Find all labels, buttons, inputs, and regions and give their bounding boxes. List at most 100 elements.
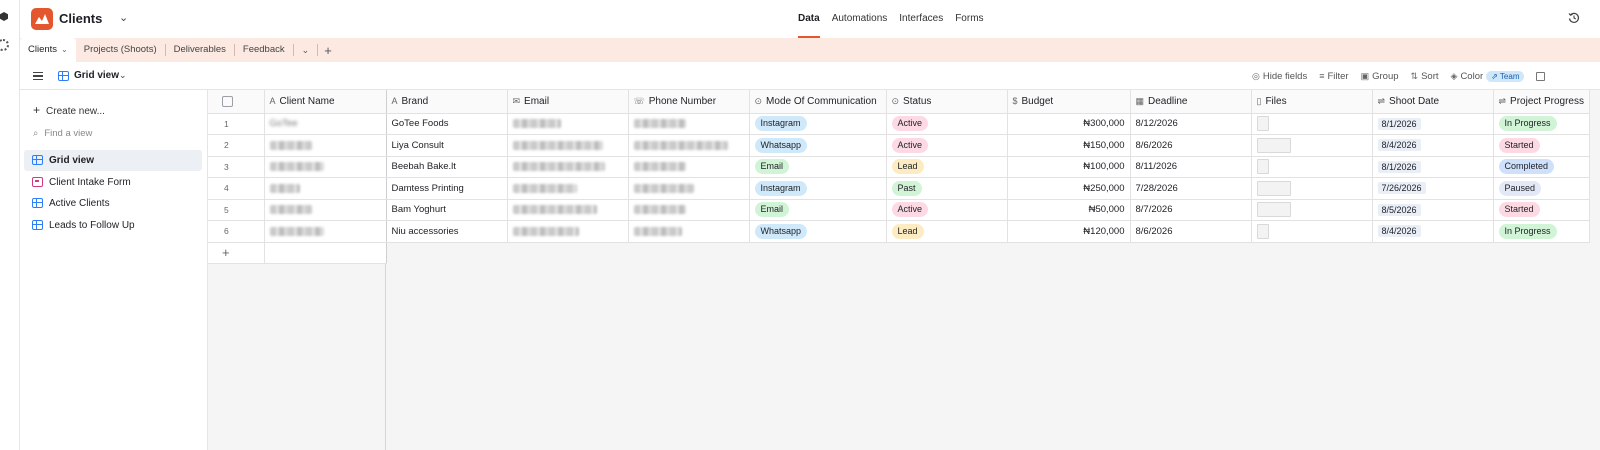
cell-budget[interactable]: ₦300,000 bbox=[1007, 113, 1131, 135]
add-record-row[interactable]: + bbox=[208, 242, 1589, 264]
nav-forms[interactable]: Forms bbox=[949, 0, 989, 38]
column-header-phone[interactable]: ☏ Phone Number bbox=[628, 90, 750, 114]
column-header-files[interactable]: ▯ Files bbox=[1251, 90, 1373, 114]
cell-files[interactable] bbox=[1251, 220, 1373, 243]
cell-budget[interactable]: ₦150,000 bbox=[1007, 134, 1131, 157]
cell-progress[interactable]: Paused bbox=[1493, 177, 1590, 200]
tab-feedback[interactable]: Feedback bbox=[235, 38, 293, 62]
sidebar-item-client-intake-form[interactable]: Client Intake Form bbox=[24, 172, 202, 193]
cell-files[interactable] bbox=[1251, 113, 1373, 135]
find-view-input[interactable]: ⌕ Find a view bbox=[33, 128, 92, 139]
cell-progress[interactable]: Started bbox=[1493, 199, 1590, 221]
create-view-button[interactable]: + Create new... bbox=[33, 103, 105, 117]
table-row[interactable]: 3 Beebah Bake.lt Email Lead ₦100,000 8/11/202… bbox=[208, 156, 1590, 178]
cell-phone[interactable] bbox=[628, 113, 750, 135]
cell-files[interactable] bbox=[1251, 177, 1373, 200]
row-height-icon[interactable] bbox=[1536, 71, 1546, 81]
cell-shoot-date[interactable]: 8/5/2026 bbox=[1372, 199, 1494, 221]
cell-shoot-date[interactable]: 7/26/2026 bbox=[1372, 177, 1494, 200]
cell-files[interactable] bbox=[1251, 134, 1373, 157]
cell-status[interactable]: Lead bbox=[886, 220, 1008, 243]
column-header-status[interactable]: ⊙ Status bbox=[886, 90, 1008, 114]
hide-fields-button[interactable]: ◎ Hide fields bbox=[1252, 71, 1307, 82]
cell-mode[interactable]: Email bbox=[749, 199, 887, 221]
column-header-shoot-date[interactable]: ⇌ Shoot Date bbox=[1372, 90, 1494, 114]
group-button[interactable]: ▣ Group bbox=[1361, 71, 1399, 82]
select-all-checkbox[interactable] bbox=[222, 95, 233, 107]
cell-status[interactable]: Lead bbox=[886, 156, 1008, 178]
cell-budget[interactable]: ₦250,000 bbox=[1007, 177, 1131, 200]
file-thumbnail[interactable] bbox=[1256, 223, 1269, 239]
tab-projects-shoots[interactable]: Projects (Shoots) bbox=[76, 38, 165, 62]
cell-files[interactable] bbox=[1251, 199, 1373, 221]
sidebar-item-grid-view[interactable]: Grid view bbox=[24, 150, 202, 171]
cell-progress[interactable]: Completed bbox=[1493, 156, 1590, 178]
cell-phone[interactable] bbox=[628, 177, 750, 200]
cell-client-name[interactable] bbox=[264, 199, 387, 221]
cell-status[interactable]: Active bbox=[886, 134, 1008, 157]
more-tables-chevron-icon[interactable]: ⌄ bbox=[294, 45, 318, 56]
filter-button[interactable]: ≡ Filter bbox=[1319, 71, 1348, 82]
cell-client-name[interactable] bbox=[264, 220, 387, 243]
base-title[interactable]: Clients bbox=[59, 11, 102, 26]
cell-phone[interactable] bbox=[628, 199, 750, 221]
file-thumbnail[interactable] bbox=[1256, 180, 1291, 196]
base-logo-icon[interactable] bbox=[31, 8, 53, 30]
cell-mode[interactable]: Email bbox=[749, 156, 887, 178]
cell-mode[interactable]: Instagram bbox=[749, 113, 887, 135]
cell-deadline[interactable]: 8/11/2026 bbox=[1130, 156, 1252, 178]
cell-brand[interactable]: GoTee Foods bbox=[386, 113, 508, 135]
cell-brand[interactable]: Niu accessories bbox=[386, 220, 508, 243]
cell-client-name[interactable] bbox=[264, 177, 387, 200]
cell-mode[interactable]: Instagram bbox=[749, 177, 887, 200]
sidebar-item-leads-to-follow-up[interactable]: Leads to Follow Up bbox=[24, 215, 202, 236]
cell-email[interactable] bbox=[507, 134, 629, 157]
cell-client-name[interactable] bbox=[264, 134, 387, 157]
cell-brand[interactable]: Damtess Printing bbox=[386, 177, 508, 200]
tab-deliverables[interactable]: Deliverables bbox=[166, 38, 234, 62]
cell-brand[interactable]: Liya Consult bbox=[386, 134, 508, 157]
column-header-mode[interactable]: ⊙ Mode Of Communication bbox=[749, 90, 887, 114]
cell-status[interactable]: Active bbox=[886, 113, 1008, 135]
cell-status[interactable]: Past bbox=[886, 177, 1008, 200]
add-record-icon[interactable]: + bbox=[208, 242, 265, 264]
cell-email[interactable] bbox=[507, 199, 629, 221]
menu-icon[interactable] bbox=[33, 72, 43, 80]
cell-budget[interactable]: ₦100,000 bbox=[1007, 156, 1131, 178]
column-header-deadline[interactable]: ▦ Deadline bbox=[1130, 90, 1252, 114]
file-thumbnail[interactable] bbox=[1256, 137, 1291, 153]
cell-email[interactable] bbox=[507, 113, 629, 135]
table-row[interactable]: 4 Damtess Printing Instagram Past ₦250,000 7/… bbox=[208, 177, 1590, 200]
cell-deadline[interactable]: 7/28/2026 bbox=[1130, 177, 1252, 200]
cell-progress[interactable]: In Progress bbox=[1493, 113, 1590, 135]
sidebar-item-active-clients[interactable]: Active Clients bbox=[24, 193, 202, 214]
cell-status[interactable]: Active bbox=[886, 199, 1008, 221]
history-icon[interactable] bbox=[1568, 12, 1580, 24]
cell-shoot-date[interactable]: 8/4/2026 bbox=[1372, 134, 1494, 157]
column-header-budget[interactable]: $ Budget bbox=[1007, 90, 1131, 114]
cell-email[interactable] bbox=[507, 156, 629, 178]
cell-progress[interactable]: Started bbox=[1493, 134, 1590, 157]
cell-client-name[interactable] bbox=[264, 156, 387, 178]
cell-budget[interactable]: ₦50,000 bbox=[1007, 199, 1131, 221]
nav-data[interactable]: Data bbox=[792, 0, 826, 38]
cell-files[interactable] bbox=[1251, 156, 1373, 178]
workspace-icon[interactable] bbox=[0, 12, 8, 21]
chevron-down-icon[interactable]: ⌄ bbox=[119, 70, 127, 81]
cell-email[interactable] bbox=[507, 220, 629, 243]
cell-deadline[interactable]: 8/12/2026 bbox=[1130, 113, 1252, 135]
cell-shoot-date[interactable]: 8/1/2026 bbox=[1372, 156, 1494, 178]
cell-brand[interactable]: Beebah Bake.lt bbox=[386, 156, 508, 178]
view-name[interactable]: Grid view bbox=[74, 70, 119, 81]
cell-shoot-date[interactable]: 8/1/2026 bbox=[1372, 113, 1494, 135]
cell-shoot-date[interactable]: 8/4/2026 bbox=[1372, 220, 1494, 243]
tab-clients[interactable]: Clients ⌄ bbox=[20, 38, 76, 62]
cell-deadline[interactable]: 8/7/2026 bbox=[1130, 199, 1252, 221]
cell-phone[interactable] bbox=[628, 134, 750, 157]
table-row[interactable]: 5 Bam Yoghurt Email Active ₦50,000 8/7/2026 8/… bbox=[208, 199, 1590, 221]
cell-phone[interactable] bbox=[628, 220, 750, 243]
cell-email[interactable] bbox=[507, 177, 629, 200]
add-table-icon[interactable]: + bbox=[318, 43, 338, 58]
sort-button[interactable]: ⇅ Sort bbox=[1411, 71, 1439, 82]
cell-client-name[interactable]: GoTee bbox=[264, 113, 387, 135]
